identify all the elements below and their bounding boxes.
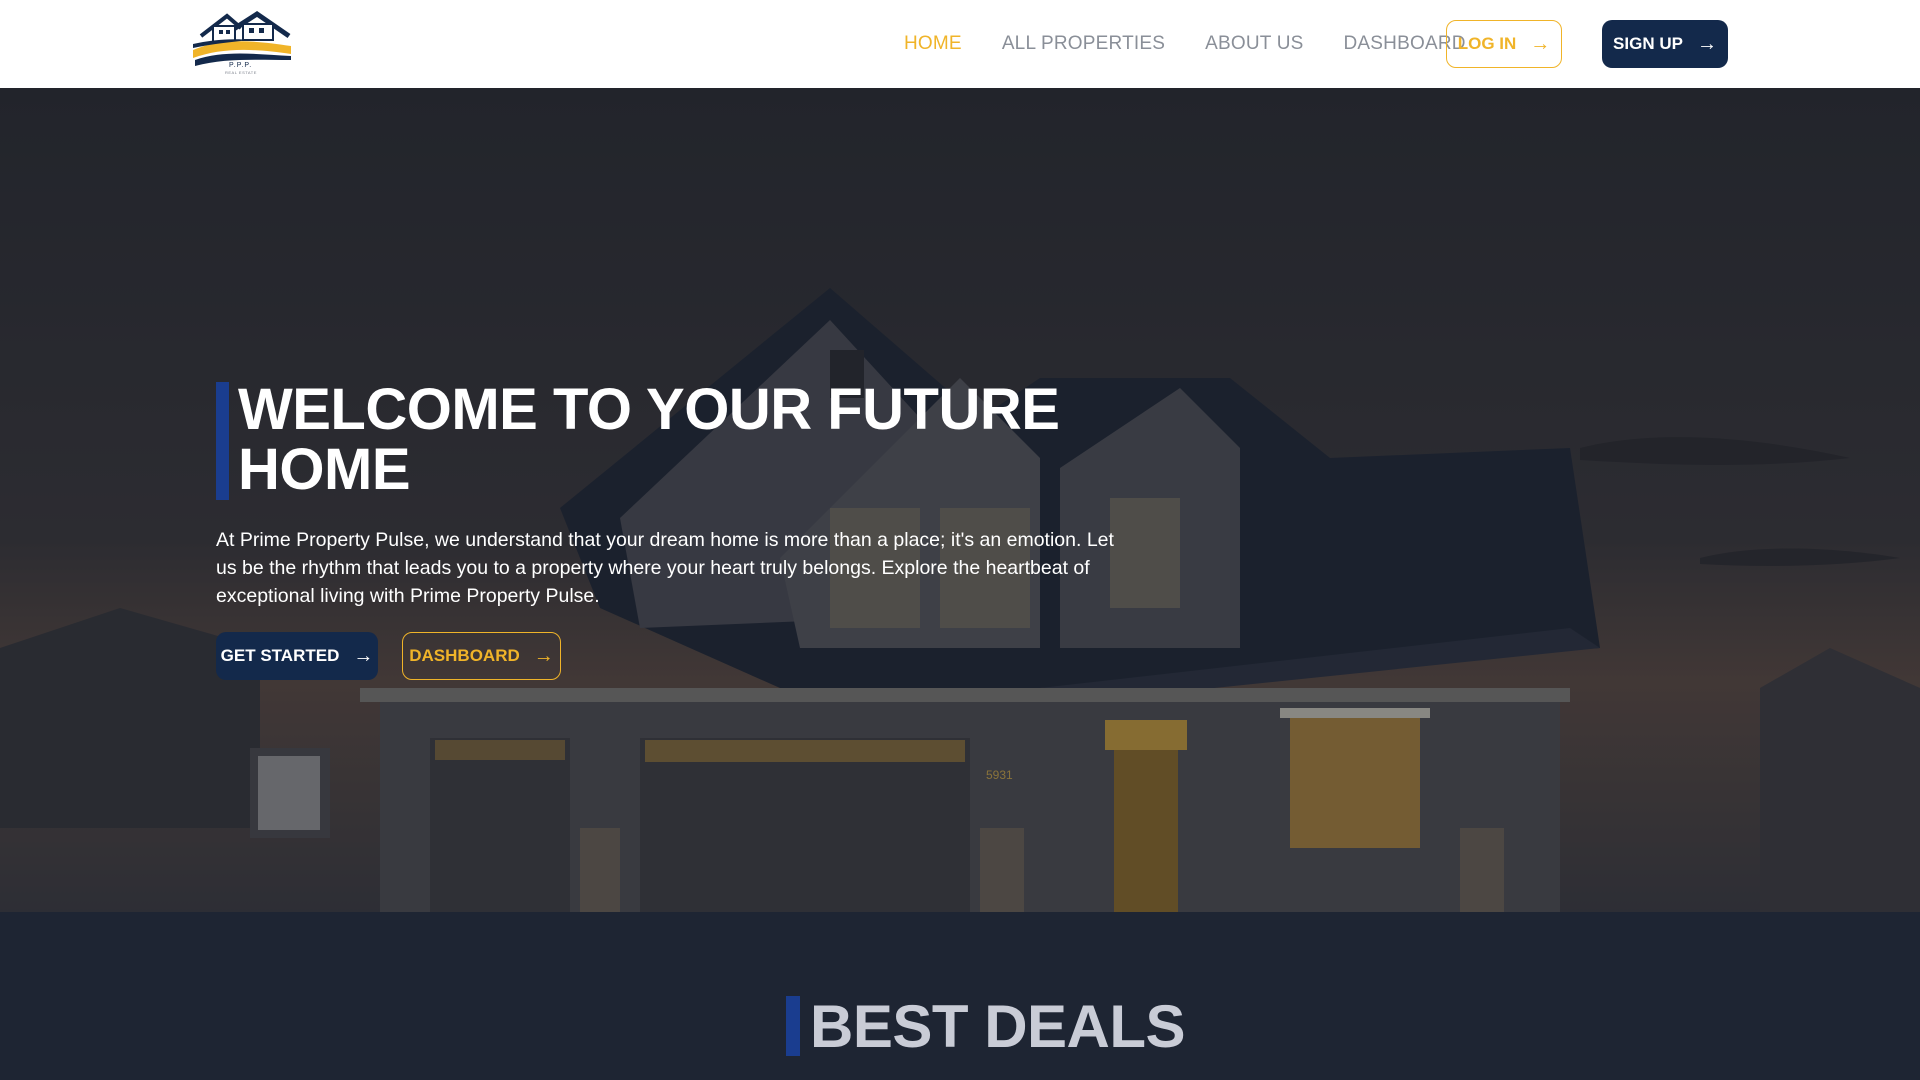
main-nav: HOME ALL PROPERTIES ABOUT US DASHBOARD [904,0,1506,88]
logo[interactable]: P.P.P. REAL ESTATE [191,10,295,78]
deals-accent-bar [786,996,800,1056]
get-started-label: GET STARTED [220,646,340,665]
site-header: P.P.P. REAL ESTATE HOME ALL PROPERTIES A… [0,0,1920,88]
hero-section: 5931 WELCOME TO YOUR FUTURE HOME At Prim… [0,88,1920,912]
arrow-right-icon: → [1696,33,1717,55]
hero-title-wrap: WELCOME TO YOUR FUTURE HOME [216,380,1156,500]
signup-button[interactable]: SIGN UP → [1602,20,1728,68]
nav-home[interactable]: HOME [904,33,962,55]
hero-content: WELCOME TO YOUR FUTURE HOME At Prime Pro… [216,380,1156,680]
hero-title-line1: WELCOME TO YOUR FUTURE [238,377,1060,442]
signup-label: SIGN UP [1613,34,1683,53]
hero-actions: GET STARTED → DASHBOARD → [216,632,1156,680]
hero-title: WELCOME TO YOUR FUTURE HOME [238,380,1156,500]
nav-about-us[interactable]: ABOUT US [1205,33,1303,55]
logo-caption: P.P.P. [229,62,253,69]
login-label: LOG IN [1457,34,1517,53]
best-deals-section: BEST DEALS [0,912,1920,1080]
arrow-right-icon: → [353,645,374,667]
nav-all-properties[interactable]: ALL PROPERTIES [1002,33,1165,55]
hero-dashboard-button[interactable]: DASHBOARD → [402,632,561,680]
hero-description: At Prime Property Pulse, we understand t… [216,529,1114,607]
login-button[interactable]: LOG IN → [1446,20,1562,68]
arrow-right-icon: → [1530,33,1551,55]
title-accent-bar [216,382,229,500]
logo-subcaption: REAL ESTATE [225,70,257,75]
deals-title: BEST DEALS [810,993,1186,1060]
hero-title-line2: HOME [238,437,411,502]
hero-dashboard-label: DASHBOARD [409,646,520,665]
get-started-button[interactable]: GET STARTED → [216,632,378,680]
arrow-right-icon: → [533,645,554,667]
